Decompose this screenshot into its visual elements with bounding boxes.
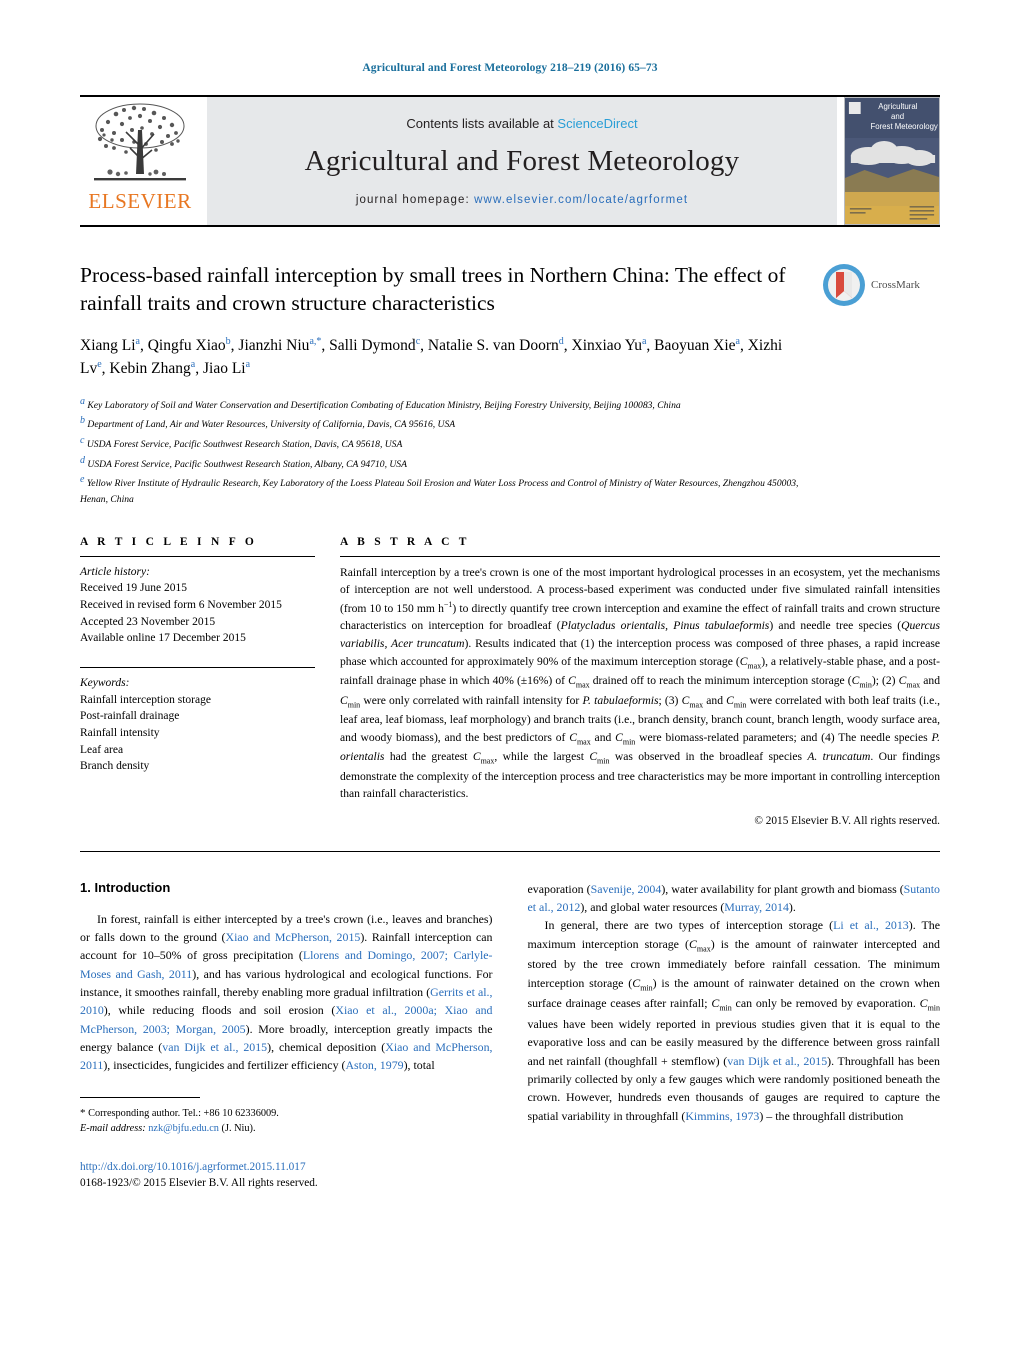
keyword-item: Branch density	[80, 760, 150, 773]
elsevier-logo: ELSEVIER	[80, 97, 200, 225]
journal-cover-art: Agricultural and Forest Meteorology	[845, 98, 939, 224]
contents-prefix: Contents lists available at	[406, 116, 558, 131]
abstract-text: Rainfall interception by a tree's crown …	[340, 565, 941, 801]
affiliation-a: a Key Laboratory of Soil and Water Conse…	[80, 395, 681, 411]
info-abstract-section: A R T I C L E I N F O Article history: R…	[80, 536, 940, 827]
running-head: Agricultural and Forest Meteorology 218–…	[362, 62, 658, 74]
affiliation-list: a Key Laboratory of Soil and Water Conse…	[80, 394, 810, 508]
author-list: Xiang Lia, Qingfu Xiaob, Jianzhi Niua,*,…	[80, 335, 783, 378]
article-history-label: Article history:	[80, 565, 150, 578]
article-history-item: Received 19 June 2015	[80, 582, 187, 595]
keywords-list: Rainfall interception storage Post-rainfa…	[80, 692, 315, 775]
article-info-heading: A R T I C L E I N F O	[80, 535, 258, 548]
article-info-column: A R T I C L E I N F O Article history: R…	[80, 536, 315, 827]
masthead-center-band: Contents lists available at ScienceDirec…	[207, 97, 837, 225]
journal-cover-thumbnail: Agricultural and Forest Meteorology	[844, 97, 940, 225]
elsevier-tree-icon	[94, 103, 186, 181]
keywords-label: Keywords:	[80, 677, 130, 690]
article-history-item: Received in revised form 6 November 2015	[80, 599, 282, 612]
article-info-rule	[80, 555, 315, 557]
article-history-list: Received 19 June 2015 Received in revised…	[80, 580, 315, 647]
svg-text:and: and	[891, 112, 904, 121]
body-right-column: evaporation (Savenije, 2004), water avai…	[528, 880, 941, 1192]
affiliation-b: b Department of Land, Air and Water Reso…	[80, 415, 456, 431]
article-history-item: Accepted 23 November 2015	[80, 615, 216, 628]
doi-block: http://dx.doi.org/10.1016/j.agrformet.20…	[80, 1159, 493, 1192]
crossmark-badge-group[interactable]: CrossMark	[822, 263, 940, 307]
svg-text:Forest Meteorology: Forest Meteorology	[870, 122, 937, 131]
email-note: E-mail address: nzk@bjfu.edu.cn (J. Niu)…	[80, 1121, 493, 1136]
sciencedirect-link[interactable]: ScienceDirect	[557, 116, 637, 131]
abstract-column: A B S T R A C T Rainfall interception by…	[340, 536, 940, 827]
footnote-separator	[80, 1096, 200, 1098]
affiliation-d: d USDA Forest Service, Pacific Southwest…	[80, 454, 407, 470]
abstract-copyright: © 2015 Elsevier B.V. All rights reserved…	[754, 814, 940, 827]
abstract-bottom-rule	[80, 850, 940, 852]
journal-masthead: ELSEVIER Contents lists available at Sci…	[80, 95, 940, 225]
article-page: Agricultural and Forest Meteorology 218–…	[0, 0, 1020, 1351]
email-label: E-mail address:	[80, 1123, 146, 1135]
crossmark-icon	[823, 264, 865, 306]
corresponding-author-note: * Corresponding author. Tel.: +86 10 623…	[80, 1106, 279, 1119]
body-columns: 1. Introduction In forest, rainfall is e…	[80, 880, 940, 1192]
intro-paragraph-left: In forest, rainfall is either intercepte…	[80, 911, 493, 1073]
elsevier-wordmark: ELSEVIER	[88, 189, 192, 213]
abstract-rule	[340, 555, 940, 557]
abstract-heading: A B S T R A C T	[340, 535, 470, 548]
affiliation-e: e Yellow River Institute of Hydraulic Re…	[80, 474, 799, 506]
doi-link[interactable]: http://dx.doi.org/10.1016/j.agrformet.20…	[80, 1159, 493, 1175]
email-suffix: (J. Niu).	[221, 1123, 256, 1135]
article-history-item: Available online 17 December 2015	[80, 632, 246, 645]
svg-text:Agricultural: Agricultural	[878, 102, 917, 111]
intro-paragraph-right-1: evaporation (Savenije, 2004), water avai…	[527, 881, 941, 915]
email-link[interactable]: nzk@bjfu.edu.cn	[148, 1123, 219, 1134]
section-heading-introduction: 1. Introduction	[80, 879, 171, 895]
journal-homepage-line: journal homepage: www.elsevier.com/locat…	[356, 194, 688, 206]
masthead-bottom-rule	[80, 225, 940, 227]
keyword-item: Rainfall interception storage	[80, 693, 211, 706]
title-block: CrossMark Process-based rainfall interce…	[80, 261, 940, 508]
keyword-item: Leaf area	[80, 743, 124, 756]
affiliation-c: c USDA Forest Service, Pacific Southwest…	[80, 435, 403, 451]
homepage-url-link[interactable]: www.elsevier.com/locate/agrformet	[474, 194, 688, 206]
contents-available-line: Contents lists available at ScienceDirec…	[406, 116, 637, 131]
keyword-item: Post-rainfall drainage	[80, 710, 180, 723]
page-title: Process-based rainfall interception by s…	[80, 263, 786, 316]
issn-copyright-line: 0168-1923/© 2015 Elsevier B.V. All right…	[80, 1177, 318, 1190]
keywords-group: Keywords: Rainfall interception storage P…	[80, 667, 315, 775]
intro-paragraph-right-2: In general, there are two types of inter…	[527, 918, 941, 1123]
homepage-prefix: journal homepage:	[355, 194, 475, 206]
keywords-rule	[80, 667, 315, 669]
journal-title: Agricultural and Forest Meteorology	[304, 145, 740, 177]
keyword-item: Rainfall intensity	[80, 727, 160, 740]
body-left-column: 1. Introduction In forest, rainfall is e…	[80, 880, 493, 1192]
crossmark-label: CrossMark	[871, 279, 920, 291]
